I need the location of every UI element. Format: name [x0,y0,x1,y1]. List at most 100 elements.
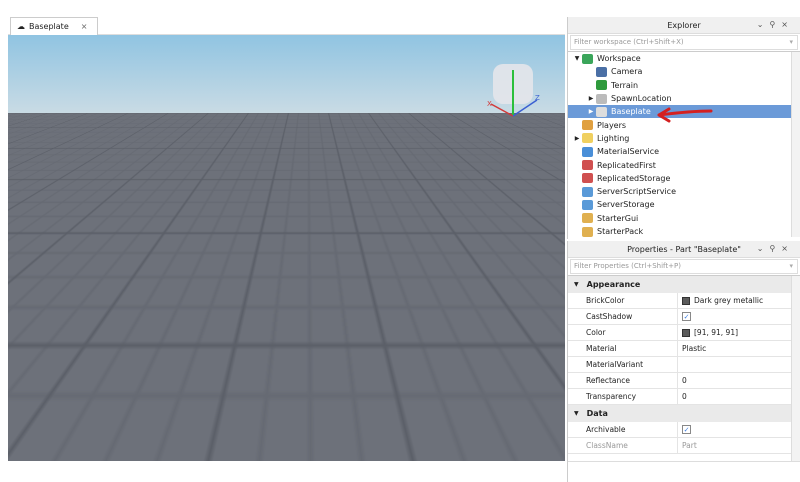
tree-item[interactable]: ServerScriptService [568,185,791,198]
expand-arrow-icon[interactable]: ▶ [586,108,596,115]
explorer-panel: Explorer ⌄⚲× Filter workspace (Ctrl+Shif… [567,17,800,239]
instance-icon [582,173,593,184]
tree-item-label: Players [597,120,627,130]
instance-icon [582,120,593,131]
instance-icon [582,133,593,144]
tree-item[interactable]: Terrain [568,79,791,92]
expand-arrow-icon[interactable]: ▶ [586,95,596,102]
tree-item[interactable]: ▼ Workspace [568,52,791,65]
panel-controls[interactable]: ⌄⚲× [757,20,794,29]
property-row[interactable]: Color [91, 91, 91] [568,325,791,341]
tree-item-label: ReplicatedFirst [597,160,656,170]
properties-scrollbar[interactable] [791,276,800,461]
baseplate-part[interactable] [198,220,378,300]
property-name: MaterialVariant [568,357,678,372]
view-cube[interactable]: X Z [483,60,543,118]
property-name: Color [568,325,678,340]
property-value[interactable]: 0 [682,376,687,385]
property-category[interactable]: ▼ Appearance [568,276,791,293]
tree-item[interactable]: ServerStorage [568,198,791,211]
instance-icon [596,66,607,77]
category-label: Appearance [586,280,641,289]
instance-icon [582,53,593,64]
property-row[interactable]: CastShadow ✓ [568,309,791,325]
tree-item-label: Terrain [611,80,639,90]
properties-footer [568,461,800,477]
tree-item[interactable]: Camera [568,65,791,78]
explorer-header: Explorer ⌄⚲× [568,17,800,34]
property-value[interactable]: 0 [682,392,687,401]
property-name: Reflectance [568,373,678,388]
tree-item-label: MaterialService [597,147,660,157]
axis-z-label: Z [535,94,540,102]
properties-header: Properties - Part "Baseplate" ⌄⚲× [568,241,800,258]
tree-item-label: Camera [611,67,643,77]
collapse-arrow-icon[interactable]: ▼ [574,281,579,288]
tree-item-label: Baseplate [611,107,651,117]
grid-floor [8,35,565,114]
document-tab-bar: ☁ Baseplate × [8,17,565,35]
property-value[interactable]: Plastic [682,344,706,353]
tree-item-label: ReplicatedStorage [597,173,671,183]
tree-item-label: ServerStorage [597,200,655,210]
tree-item[interactable]: MaterialService [568,145,791,158]
tab-baseplate[interactable]: ☁ Baseplate × [10,17,98,35]
color-swatch[interactable] [682,296,690,305]
property-name: Material [568,341,678,356]
property-name: Transparency [568,389,678,404]
property-value[interactable]: [91, 91, 91] [694,328,738,337]
instance-icon [582,226,593,237]
properties-title: Properties - Part "Baseplate" [627,244,741,254]
axis-x-label: X [487,100,492,108]
property-row[interactable]: MaterialVariant [568,357,791,373]
category-label: Data [586,409,608,418]
tree-item[interactable]: ▶ Lighting [568,132,791,145]
property-row[interactable]: ClassName Part [568,438,791,454]
explorer-title: Explorer [667,20,701,30]
tree-item-label: StarterPack [597,227,644,236]
tree-item[interactable]: ▶ SpawnLocation [568,92,791,105]
property-category[interactable]: ▼ Data [568,405,791,422]
instance-icon [596,80,607,91]
explorer-scrollbar[interactable] [791,52,800,237]
property-row[interactable]: BrickColor Dark grey metallic [568,293,791,309]
property-row[interactable]: Reflectance 0 [568,373,791,389]
panel-controls[interactable]: ⌄⚲× [757,244,794,253]
cloud-icon: ☁ [17,22,25,31]
tree-item-label: Lighting [597,133,630,143]
tree-item[interactable]: ReplicatedFirst [568,158,791,171]
tab-label: Baseplate [29,22,69,31]
properties-filter-input[interactable]: Filter Properties (Ctrl+Shift+P) [570,259,798,274]
horizon-fog [8,113,565,193]
tree-item-label: Workspace [597,54,641,64]
red-arrow-annotation [657,107,713,123]
property-name: CastShadow [568,309,678,324]
tree-item[interactable]: StarterGui [568,212,791,225]
properties-grid: ▼ Appearance BrickColor Dark grey metallic C… [568,275,800,461]
explorer-filter-input[interactable]: Filter workspace (Ctrl+Shift+X) [570,35,798,50]
checkbox[interactable]: ✓ [682,312,691,321]
checkbox[interactable]: ✓ [682,425,691,434]
tab-close-button[interactable]: × [81,22,88,31]
instance-icon [582,146,593,157]
property-row[interactable]: Transparency 0 [568,389,791,405]
property-value[interactable]: Dark grey metallic [694,296,763,305]
instance-icon [582,186,593,197]
color-swatch[interactable] [682,328,690,337]
property-row[interactable]: Material Plastic [568,341,791,357]
expand-arrow-icon[interactable]: ▼ [572,55,582,62]
tree-item[interactable]: ReplicatedStorage [568,172,791,185]
tree-item-label: SpawnLocation [611,94,672,104]
expand-arrow-icon[interactable]: ▶ [572,135,582,142]
instance-icon [596,93,607,104]
instance-icon [582,213,593,224]
property-value[interactable]: Part [682,441,697,450]
explorer-tree: ▼ Workspace Camera Terrain ▶ SpawnLocation ▶ Ba… [568,51,800,237]
tree-item-label: ServerScriptService [597,187,677,197]
collapse-arrow-icon[interactable]: ▼ [574,410,579,417]
3d-viewport[interactable]: X Z [8,35,565,461]
property-name: BrickColor [568,293,678,308]
property-name: ClassName [568,438,678,453]
property-row[interactable]: Archivable ✓ [568,422,791,438]
tree-item[interactable]: StarterPack [568,225,791,238]
